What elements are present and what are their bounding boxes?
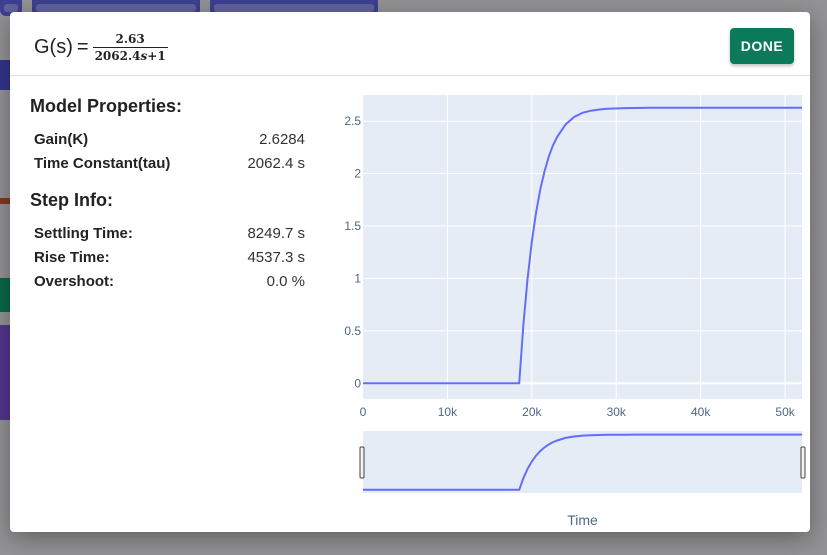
range-slider-handle-left[interactable] [359,446,365,479]
step-row-rise-time: Rise Time: 4537.3 s [30,246,310,270]
step-info-heading: Step Info: [30,190,113,210]
property-value: 2.6284 [259,131,305,148]
y-tick-label: 1 [354,271,361,285]
property-label: Time Constant(tau) [34,155,171,172]
transfer-function: G(s) = 2.63 2062.4s+1 [34,32,168,63]
dialog-header: G(s) = 2.63 2062.4s+1 DONE [10,12,810,76]
property-label: Settling Time: [34,225,133,242]
x-tick-label: 0 [360,405,367,419]
x-tick-label: 10k [438,405,458,419]
properties-panel: Model Properties: Gain(K) 2.6284 Time Co… [30,94,310,294]
denominator-coef: 2062.4 [94,49,141,63]
step-response-dialog: G(s) = 2.63 2062.4s+1 DONE Model Propert… [10,12,810,532]
x-tick-label: 40k [691,405,711,419]
transfer-function-fraction: 2.63 2062.4s+1 [92,32,168,63]
property-value: 0.0 % [266,273,305,290]
property-label: Overshoot: [34,273,115,290]
transfer-function-lhs: G(s) [34,36,73,58]
property-label: Rise Time: [34,249,110,266]
range-slider[interactable] [363,431,802,493]
numerator: 2.63 [115,32,145,46]
step-response-chart[interactable]: 0 10k 20k 30k 40k 50k 0 0.5 1 1.5 2 2.5 Time [320,92,810,532]
step-row-overshoot: Overshoot: 0.0 % [30,270,310,294]
property-row-time-constant: Time Constant(tau) 2062.4 s [30,152,310,176]
property-value: 8249.7 s [247,225,305,242]
equals-sign: = [76,36,89,58]
step-row-settling-time: Settling Time: 8249.7 s [30,222,310,246]
x-tick-label: 50k [775,405,795,419]
y-tick-label: 0 [354,376,361,390]
denominator: 2062.4s+1 [92,47,168,63]
x-axis-title: Time [567,512,598,528]
y-tick-label: 2 [354,167,361,181]
model-properties-list: Gain(K) 2.6284 Time Constant(tau) 2062.4… [30,128,310,176]
x-tick-label: 20k [522,405,542,419]
chart-svg: 0 10k 20k 30k 40k 50k 0 0.5 1 1.5 2 2.5 Time [344,95,806,528]
property-value: 2062.4 s [247,155,305,172]
denominator-rest: +1 [147,49,166,63]
step-info-list: Settling Time: 8249.7 s Rise Time: 4537.… [30,222,310,294]
x-tick-label: 30k [607,405,627,419]
range-slider-handle-right[interactable] [800,446,806,479]
property-row-gain: Gain(K) 2.6284 [30,128,310,152]
y-tick-label: 2.5 [344,114,361,128]
y-tick-label: 1.5 [344,219,361,233]
property-label: Gain(K) [34,131,89,148]
done-button[interactable]: DONE [730,28,794,64]
model-properties-heading: Model Properties: [30,96,183,116]
property-value: 4537.3 s [247,249,305,266]
y-tick-label: 0.5 [344,324,361,338]
plot-area[interactable] [363,95,802,399]
